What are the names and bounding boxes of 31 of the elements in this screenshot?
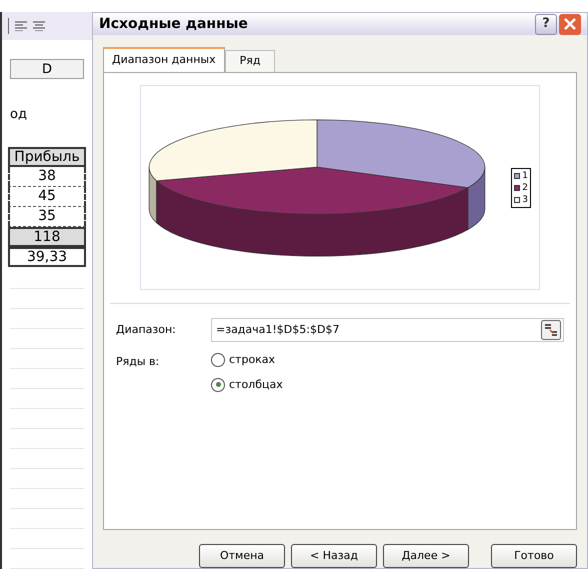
legend-label: 2: [522, 182, 528, 194]
help-button[interactable]: ?: [535, 14, 557, 34]
table-cell: 118: [8, 227, 86, 247]
range-label: Диапазон:: [116, 322, 177, 338]
close-icon: [564, 18, 576, 30]
tab[interactable]: Ряд: [224, 50, 276, 72]
table-cell: 39,33: [8, 247, 86, 267]
close-button[interactable]: [559, 14, 581, 34]
table-cell-text: од: [9, 106, 28, 124]
table-cell: 45: [8, 187, 86, 207]
dialog-button[interactable]: Готово: [491, 544, 577, 568]
dialog-button[interactable]: < Назад: [291, 544, 377, 568]
dialog-button[interactable]: Далее >: [383, 544, 469, 568]
table-cell: 35: [8, 207, 86, 227]
collapse-dialog-icon[interactable]: [541, 320, 561, 340]
window-title: Исходные данные: [99, 14, 248, 34]
table-cell: 38: [8, 167, 86, 187]
tab[interactable]: Диапазон данных: [103, 47, 225, 72]
legend-label: 1: [522, 170, 528, 182]
range-field[interactable]: =задача1!$D$5:$D$7: [211, 318, 564, 342]
radio-option[interactable]: столбцах: [211, 376, 283, 393]
radio-button[interactable]: [211, 353, 225, 368]
align-left-icon[interactable]: [15, 20, 27, 31]
series-label: Ряды в:: [116, 354, 160, 370]
legend-label: 3: [522, 194, 528, 206]
radio-button[interactable]: [211, 378, 225, 392]
dialog-button[interactable]: Отмена: [199, 544, 285, 568]
table-cell: Прибыль: [8, 147, 86, 167]
column-header[interactable]: D: [10, 59, 84, 80]
align-center-icon[interactable]: [33, 20, 45, 31]
radio-option[interactable]: строках: [211, 352, 283, 368]
